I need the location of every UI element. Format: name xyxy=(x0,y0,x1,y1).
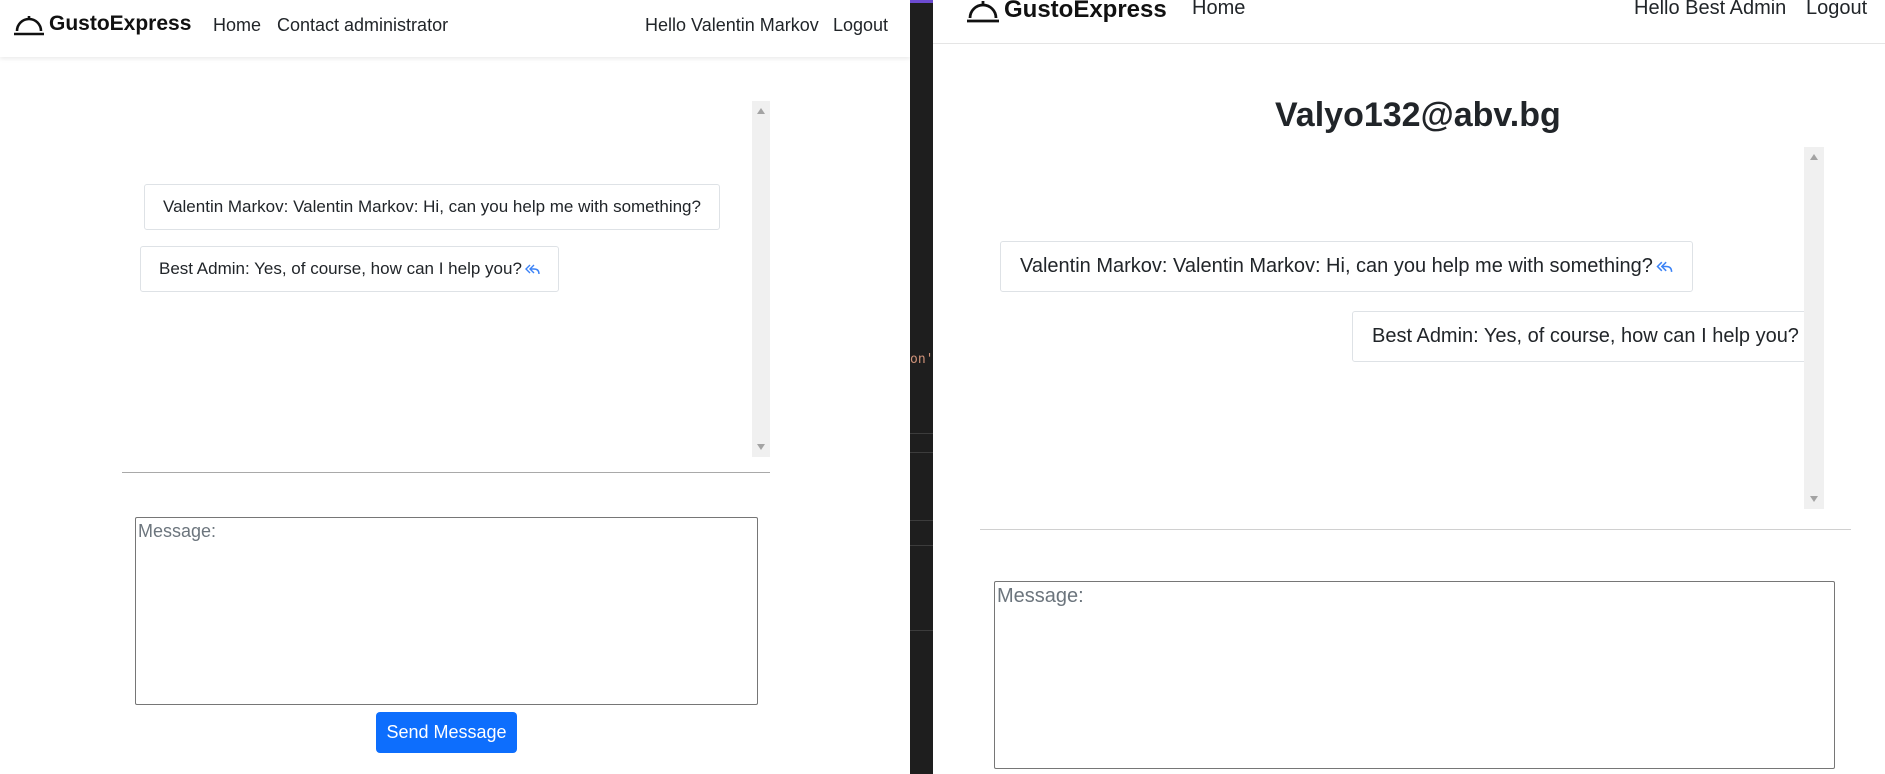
brand-name: GustoExpress xyxy=(1004,0,1167,23)
reply-icon[interactable] xyxy=(524,263,540,275)
editor-line xyxy=(910,545,933,546)
message-bubble: Valentin Markov: Valentin Markov: Hi, ca… xyxy=(1000,241,1693,292)
message-text: Valentin Markov: Valentin Markov: Hi, ca… xyxy=(1020,255,1653,277)
nav-contact-admin-link[interactable]: Contact administrator xyxy=(277,15,448,36)
user-chat-window: GustoExpress Home Contact administrator … xyxy=(0,0,910,774)
background-editor: on' xyxy=(910,0,933,774)
divider xyxy=(980,529,1851,530)
scroll-down-arrow-icon[interactable] xyxy=(757,444,765,450)
editor-code-snippet: on' xyxy=(910,352,933,367)
message-text: Best Admin: Yes, of course, how can I he… xyxy=(1372,325,1799,347)
editor-line xyxy=(910,452,933,453)
user-greeting: Hello Valentin Markov xyxy=(645,15,819,35)
scrollbar[interactable] xyxy=(1804,147,1824,509)
scroll-down-arrow-icon[interactable] xyxy=(1810,496,1818,502)
cloche-icon xyxy=(967,1,999,23)
send-message-button[interactable]: Send Message xyxy=(376,712,517,753)
user-greeting: Hello Best Admin xyxy=(1634,0,1787,19)
message-bubble: Best Admin: Yes, of course, how can I he… xyxy=(1352,311,1819,362)
nav-home-link[interactable]: Home xyxy=(213,15,261,36)
messages-container[interactable]: Valentin Markov: Valentin Markov: Hi, ca… xyxy=(122,101,770,457)
chat-title: Valyo132@abv.bg xyxy=(1275,96,1561,134)
message-text: Valentin Markov: Valentin Markov: Hi, ca… xyxy=(163,197,701,216)
messages-container[interactable]: Valentin Markov: Valentin Markov: Hi, ca… xyxy=(994,147,1824,509)
editor-line xyxy=(910,433,933,434)
brand-name: GustoExpress xyxy=(49,12,192,35)
logout-link[interactable]: Logout xyxy=(1806,0,1867,20)
reply-icon[interactable] xyxy=(1655,260,1673,273)
message-bubble: Best Admin: Yes, of course, how can I he… xyxy=(140,246,559,292)
brand-logo[interactable]: GustoExpress xyxy=(13,11,191,37)
scrollbar[interactable] xyxy=(752,101,770,457)
logout-link[interactable]: Logout xyxy=(833,15,888,36)
admin-chat-window: GustoExpress Home Hello Best Admin Logou… xyxy=(933,0,1885,774)
scroll-up-arrow-icon[interactable] xyxy=(1810,154,1818,160)
message-input[interactable] xyxy=(135,517,758,705)
cloche-icon xyxy=(14,16,44,36)
editor-line xyxy=(910,520,933,521)
navbar: GustoExpress Home Hello Best Admin Logou… xyxy=(933,0,1885,44)
brand-logo[interactable]: GustoExpress xyxy=(966,0,1167,24)
scroll-up-arrow-icon[interactable] xyxy=(757,108,765,114)
message-text: Best Admin: Yes, of course, how can I he… xyxy=(159,259,522,278)
nav-home-link[interactable]: Home xyxy=(1192,0,1245,20)
divider xyxy=(122,472,770,473)
editor-line xyxy=(910,630,933,631)
message-input[interactable] xyxy=(994,581,1835,769)
message-bubble: Valentin Markov: Valentin Markov: Hi, ca… xyxy=(144,184,720,230)
navbar: GustoExpress Home Contact administrator … xyxy=(0,0,910,57)
editor-accent-bar xyxy=(910,0,933,3)
